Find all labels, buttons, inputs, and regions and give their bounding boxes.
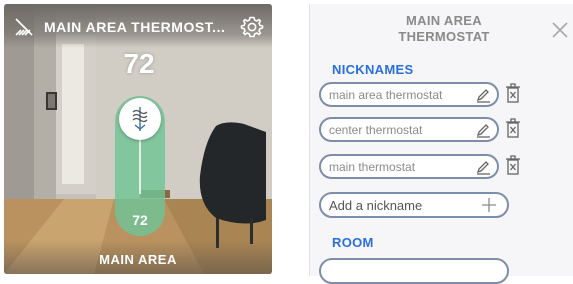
nickname-field[interactable]: main thermostat bbox=[319, 154, 499, 179]
add-nickname-field[interactable] bbox=[319, 192, 509, 218]
signal-slash-icon bbox=[15, 18, 33, 36]
pencil-icon[interactable] bbox=[475, 87, 491, 103]
tile-room-name: MAIN AREA bbox=[99, 252, 177, 267]
gear-icon[interactable] bbox=[240, 15, 264, 39]
current-temperature: 72 bbox=[123, 48, 155, 79]
panel-title-line2: THERMOSTAT bbox=[398, 29, 490, 44]
nicknames-section-label: NICKNAMES bbox=[332, 62, 414, 77]
room-select[interactable] bbox=[319, 258, 509, 284]
nickname-field[interactable]: main area thermostat bbox=[319, 82, 499, 107]
add-nickname-input[interactable] bbox=[329, 197, 479, 213]
temperature-slider-knob[interactable] bbox=[119, 98, 161, 140]
tile-title: MAIN AREA THERMOST... bbox=[44, 19, 226, 35]
nickname-text: center thermostat bbox=[329, 123, 423, 137]
nickname-text: main thermostat bbox=[329, 160, 416, 174]
nickname-field[interactable]: center thermostat bbox=[319, 117, 499, 142]
trash-icon[interactable] bbox=[504, 154, 522, 176]
panel-title-line1: MAIN AREA bbox=[406, 13, 482, 28]
nickname-text: main area thermostat bbox=[329, 88, 443, 102]
setpoint-temperature: 72 bbox=[132, 212, 148, 228]
thermostat-tile[interactable]: MAIN AREA THERMOST... 72 72 MAIN AREA bbox=[4, 4, 272, 274]
room-section-label: ROOM bbox=[332, 235, 374, 250]
slider-guide-line bbox=[139, 134, 141, 194]
pencil-icon[interactable] bbox=[475, 122, 491, 138]
close-icon[interactable] bbox=[551, 21, 569, 39]
pencil-icon[interactable] bbox=[475, 159, 491, 175]
panel-title: MAIN AREA THERMOSTAT bbox=[350, 13, 538, 45]
trash-icon[interactable] bbox=[504, 82, 522, 104]
plus-icon[interactable] bbox=[481, 197, 497, 213]
heat-cool-mode-icon bbox=[132, 107, 148, 131]
device-settings-panel: MAIN AREA THERMOSTAT NICKNAMES main area… bbox=[309, 4, 573, 284]
trash-icon[interactable] bbox=[504, 117, 522, 139]
